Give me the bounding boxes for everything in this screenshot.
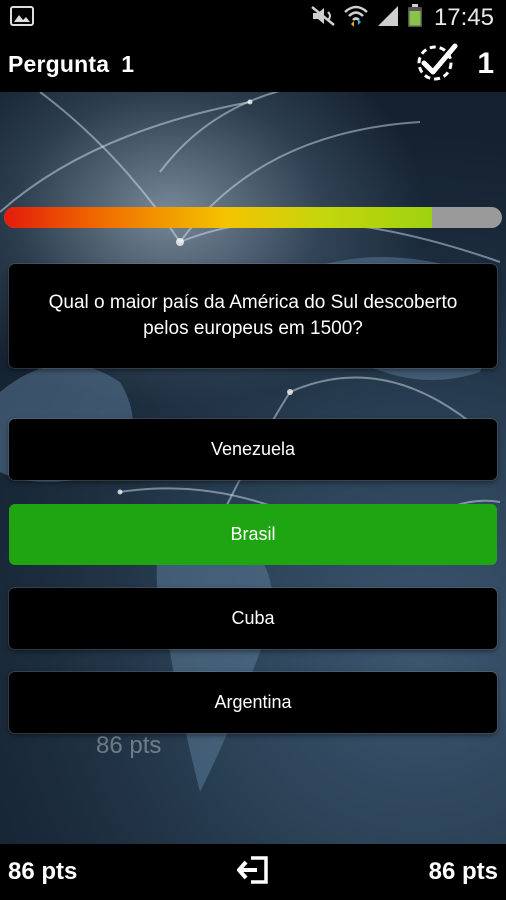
status-icons: 17:45 [310,3,494,33]
check-circle-icon [415,42,459,87]
question-card: Qual o maior país da América do Sul desc… [9,264,497,368]
exit-button[interactable] [233,852,273,892]
timer-progress-bar [4,207,502,228]
question-text: Qual o maior país da América do Sul desc… [48,292,458,339]
answer-option-3[interactable]: Cuba [9,588,497,649]
wifi-icon [343,4,369,33]
correct-count: 1 [477,47,494,80]
question-number: 1 [121,50,135,77]
image-icon [10,5,34,31]
answer-label: Venezuela [210,439,296,459]
score-footer: 86 pts 86 pts [0,844,506,900]
answer-option-1[interactable]: Venezuela [9,419,497,480]
question-title: Pergunta 1 [8,51,134,78]
status-bar: 17:45 [0,0,506,36]
question-label: Pergunta [8,50,110,77]
answer-label: Cuba [231,608,275,628]
battery-icon [407,3,423,33]
signal-icon [376,5,400,32]
answer-option-2[interactable]: Brasil [9,504,497,565]
answer-option-4[interactable]: Argentina [9,672,497,733]
answer-label: Argentina [214,692,292,712]
total-score: 86 pts [428,858,498,885]
timer-progress-fill [4,207,433,228]
question-header: Pergunta 1 1 [0,36,506,92]
correct-counter: 1 [415,42,494,87]
player-score: 86 pts [8,858,78,885]
answer-label: Brasil [230,524,276,544]
exit-icon [236,855,269,890]
points-popup: 86 pts [96,732,162,759]
mute-icon [310,5,336,32]
status-time: 17:45 [433,4,494,31]
